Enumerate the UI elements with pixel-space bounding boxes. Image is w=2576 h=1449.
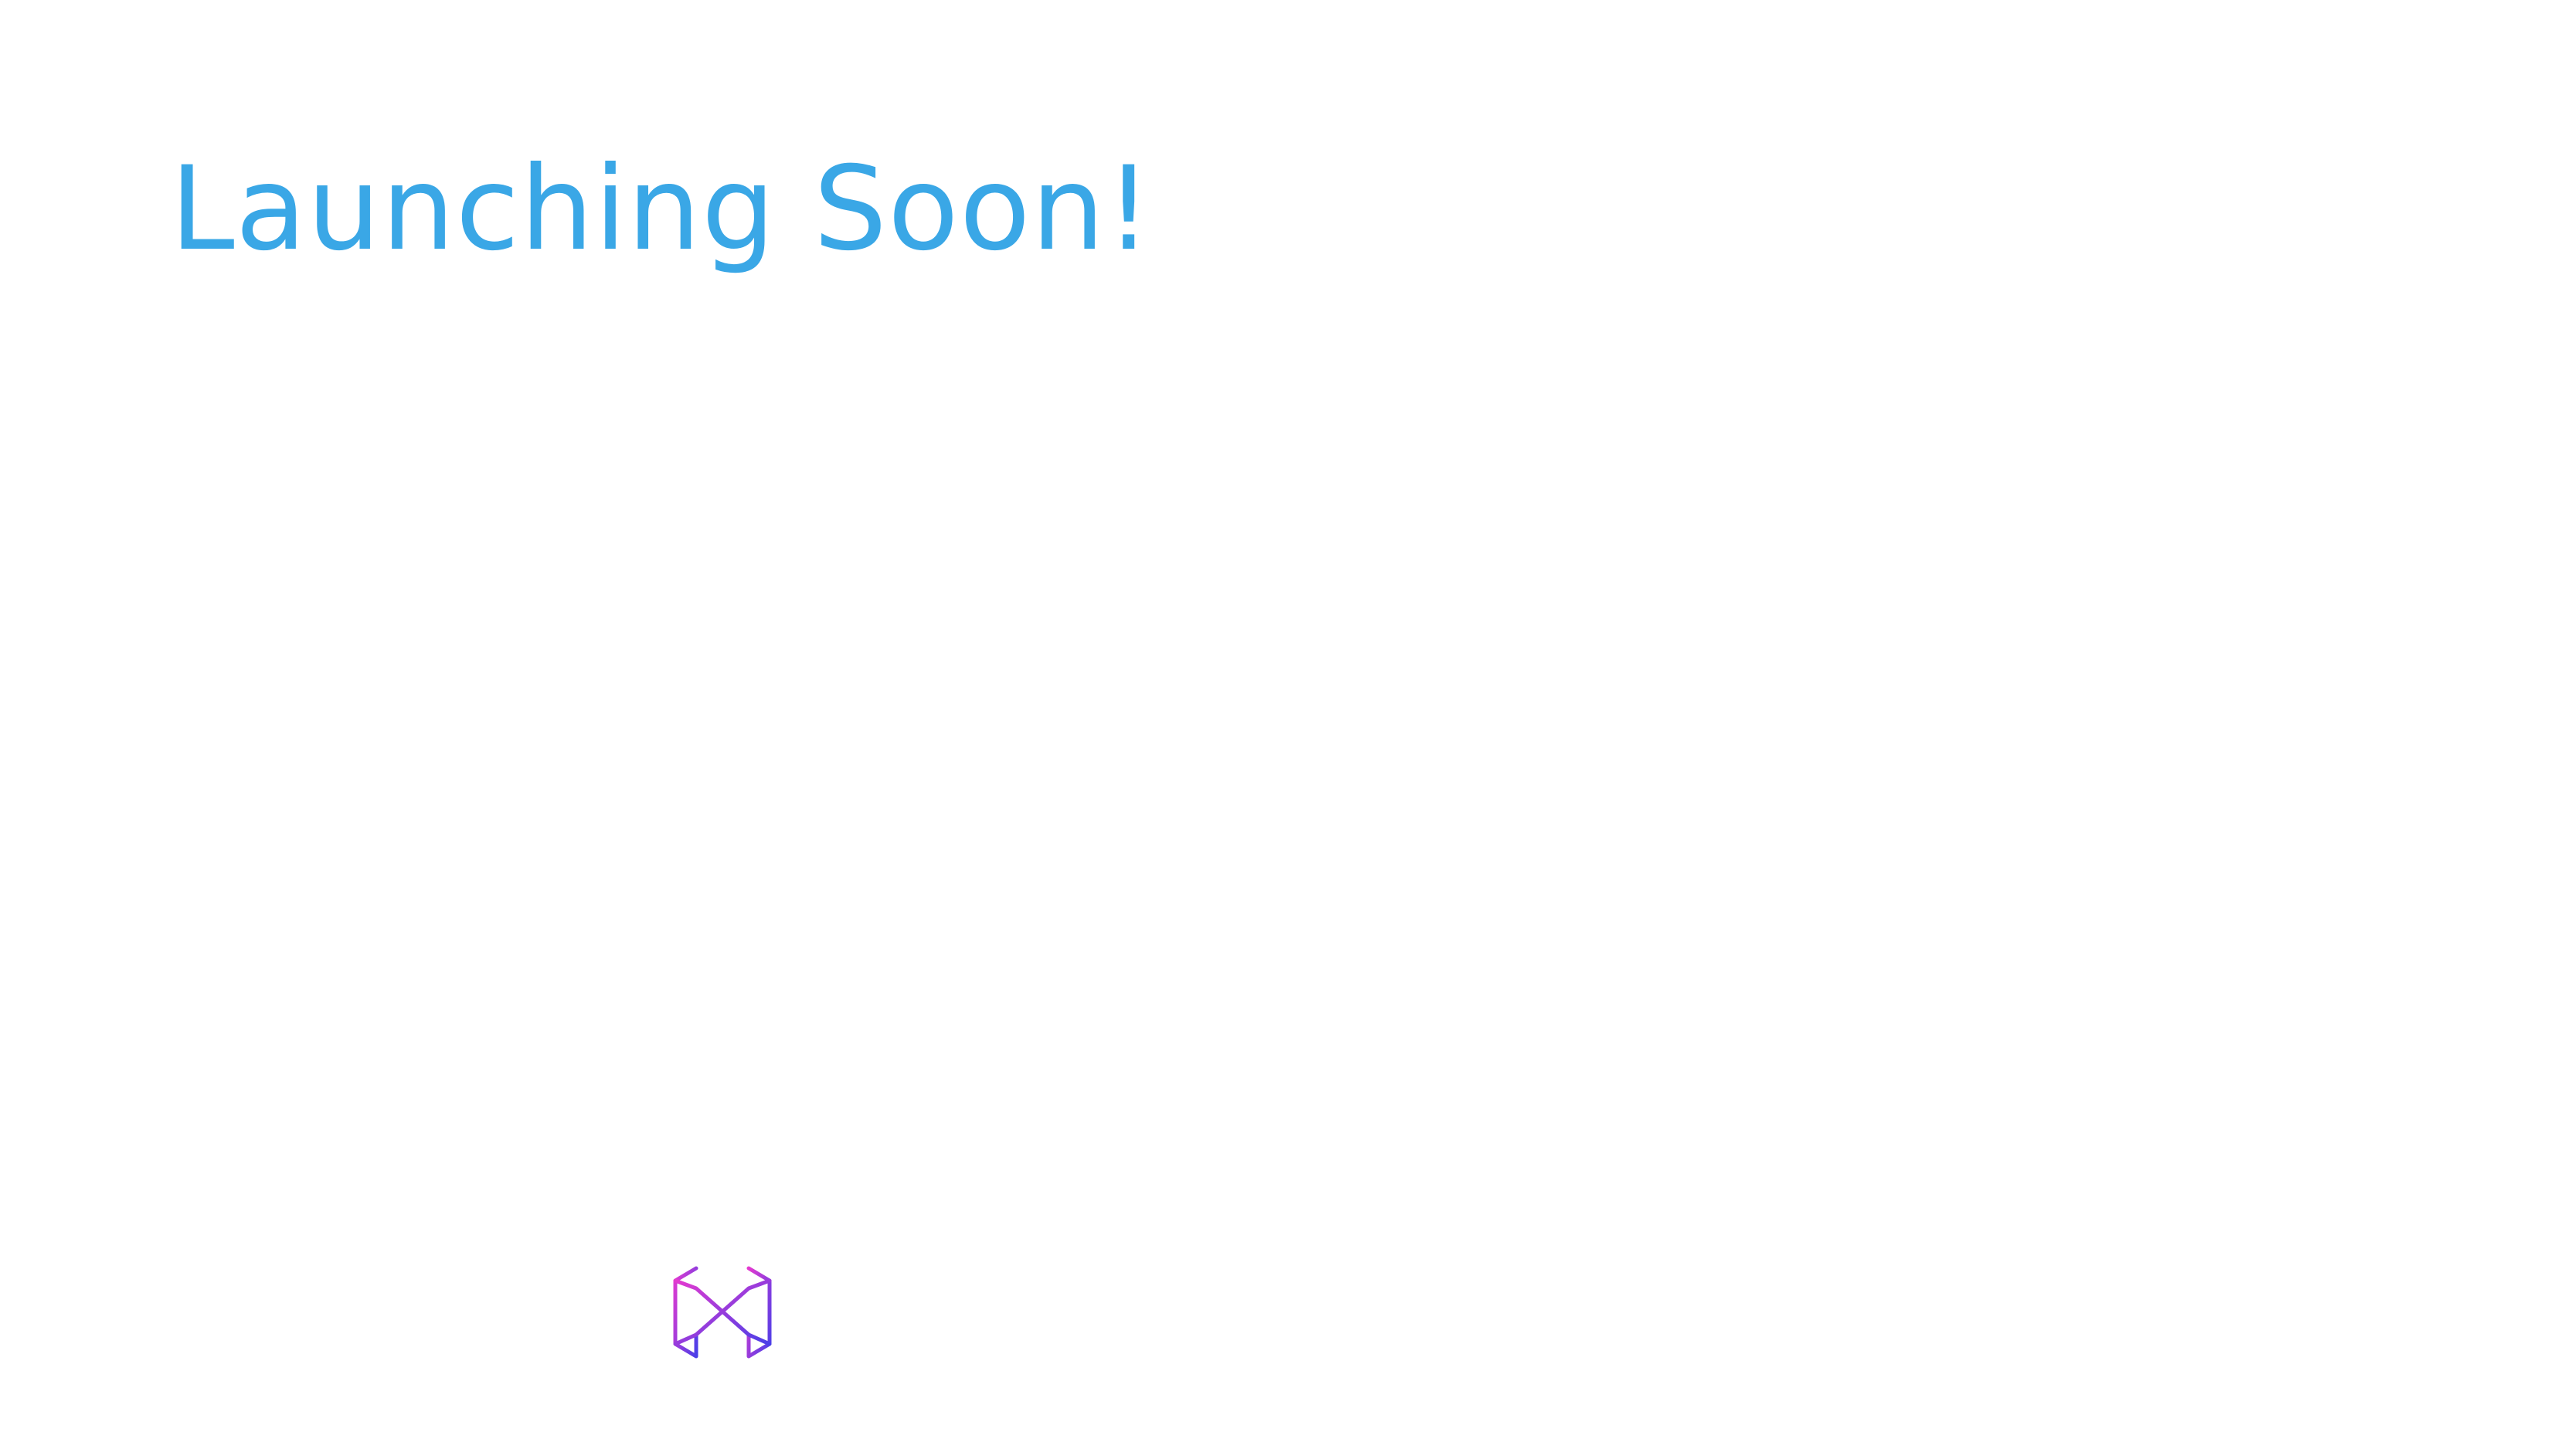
launch-page: Launching Soon! — [0, 0, 2576, 1449]
page-title: Launching Soon! — [170, 142, 1153, 277]
brand-logo — [671, 1265, 774, 1359]
hexagon-h-logo-icon — [673, 1266, 772, 1359]
